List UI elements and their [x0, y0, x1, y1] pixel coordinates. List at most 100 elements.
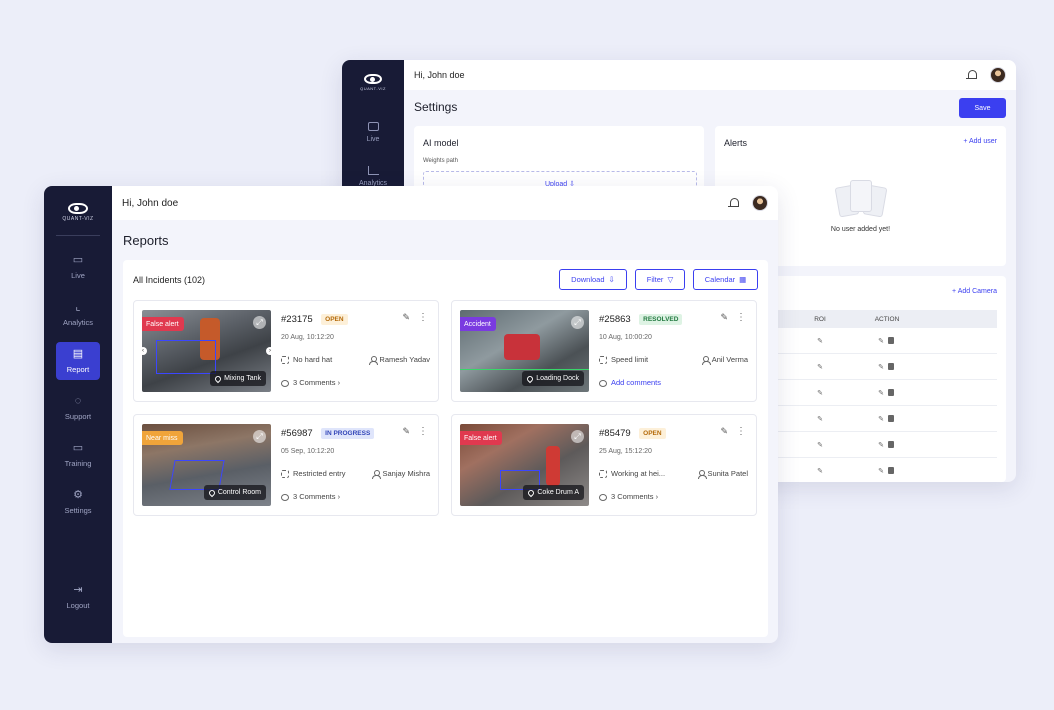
sidebar-item-support[interactable]: ◌ Support — [56, 389, 100, 427]
trash-icon[interactable] — [887, 467, 894, 475]
comments-link[interactable]: 3 Comments › — [281, 492, 340, 501]
incidents-count-title: All Incidents (102) — [133, 275, 206, 285]
more-options-icon[interactable]: ⋮ — [418, 426, 428, 437]
sidebar-item-analytics[interactable]: Analytics — [342, 166, 404, 187]
incident-card[interactable]: False alert ⤢ Coke Drum A #85479 OPEN ✎ ⋮… — [451, 414, 757, 516]
sidebar-item-analytics[interactable]: ⌞ Analytics — [56, 295, 100, 333]
edit-icon[interactable]: ✎ — [878, 338, 884, 345]
location-badge: Mixing Tank — [210, 371, 266, 386]
edit-icon[interactable]: ✎ — [720, 426, 728, 437]
location-badge: Control Room — [203, 485, 266, 500]
location-pin-icon — [525, 374, 535, 383]
scan-icon — [599, 470, 607, 479]
weights-path-label: Weights path — [423, 158, 458, 164]
reports-topbar: Hi, John doe — [112, 186, 778, 220]
incident-id: #85479 — [599, 428, 631, 440]
trash-icon[interactable] — [887, 337, 894, 345]
incident-card[interactable]: Accident ⤢ Loading Dock #25863 RESOLVED … — [451, 300, 757, 402]
add-comments-link[interactable]: Add comments — [599, 378, 661, 387]
chevron-right-icon[interactable]: › — [266, 347, 271, 355]
incident-type: Working at hei... — [611, 469, 666, 478]
calendar-button[interactable]: Calendar ▦ — [693, 269, 758, 290]
add-camera-button[interactable]: + Add Camera — [952, 288, 997, 295]
app-logo[interactable]: QUANT-VIZ — [44, 203, 112, 222]
support-icon: ◌ — [74, 395, 82, 407]
incident-thumbnail[interactable]: False alert ⤢ ‹ › Mixing Tank — [142, 310, 271, 392]
more-options-icon[interactable]: ⋮ — [736, 426, 746, 437]
filter-button[interactable]: Filter ▽ — [635, 269, 685, 290]
pencil-icon[interactable]: ✎ — [817, 390, 823, 397]
trash-icon[interactable] — [887, 389, 894, 397]
chart-icon: ⌞ — [75, 301, 81, 313]
filter-icon: ▽ — [667, 275, 674, 284]
trash-icon[interactable] — [887, 363, 894, 371]
incident-thumbnail[interactable]: Near miss ⤢ Control Room — [142, 424, 271, 506]
expand-icon[interactable]: ⤢ — [253, 316, 266, 329]
incident-id: #25863 — [599, 314, 631, 326]
incident-type: Restricted entry — [293, 469, 346, 478]
comments-label: 3 Comments — [611, 492, 654, 501]
sidebar-item-training[interactable]: ▭ Training — [56, 436, 100, 474]
video-icon — [367, 122, 379, 131]
filter-label: Filter — [646, 275, 664, 284]
expand-icon[interactable]: ⤢ — [571, 316, 584, 329]
incident-card[interactable]: Near miss ⤢ Control Room #56987 IN PROGR… — [133, 414, 439, 516]
edit-icon[interactable]: ✎ — [878, 468, 884, 475]
bell-icon[interactable] — [966, 69, 978, 81]
save-button[interactable]: Save — [959, 98, 1006, 118]
pencil-icon[interactable]: ✎ — [817, 364, 823, 371]
status-badge: IN PROGRESS — [321, 428, 375, 440]
assignee-name: Ramesh Yadav — [379, 355, 430, 364]
incident-card[interactable]: False alert ⤢ ‹ › Mixing Tank #23175 OPE… — [133, 300, 439, 402]
eye-logo-icon — [364, 74, 382, 84]
incident-tag-label: False alert — [464, 434, 497, 442]
edit-icon[interactable]: ✎ — [878, 442, 884, 449]
pencil-icon[interactable]: ✎ — [817, 442, 823, 449]
avatar[interactable] — [752, 195, 768, 211]
edit-icon[interactable]: ✎ — [878, 364, 884, 371]
comments-label: 3 Comments — [293, 378, 336, 387]
trash-icon[interactable] — [887, 415, 894, 423]
more-options-icon[interactable]: ⋮ — [418, 312, 428, 323]
pencil-icon[interactable]: ✎ — [817, 338, 823, 345]
download-icon: ⇩ — [608, 275, 615, 284]
add-user-button[interactable]: + Add user — [963, 138, 997, 145]
calendar-label: Calendar — [704, 275, 736, 284]
pencil-icon[interactable]: ✎ — [817, 468, 823, 475]
incident-type: Speed limit — [611, 355, 649, 364]
comments-link[interactable]: 3 Comments › — [281, 378, 340, 387]
incident-thumbnail[interactable]: Accident ⤢ Loading Dock — [460, 310, 589, 392]
ai-model-title: AI model — [423, 138, 459, 148]
incident-tag: False alert — [460, 431, 502, 445]
pencil-icon[interactable]: ✎ — [817, 416, 823, 423]
edit-icon[interactable]: ✎ — [402, 426, 410, 437]
app-logo[interactable]: QUANT-VIZ — [342, 74, 404, 91]
sidebar-item-settings[interactable]: ⚙ Settings — [56, 483, 100, 521]
edit-icon[interactable]: ✎ — [720, 312, 728, 323]
avatar[interactable] — [990, 67, 1006, 83]
sidebar-item-live[interactable]: ▭ Live — [56, 248, 100, 286]
scan-icon — [599, 356, 607, 365]
trash-icon[interactable] — [887, 441, 894, 449]
edit-icon[interactable]: ✎ — [878, 416, 884, 423]
edit-icon[interactable]: ✎ — [402, 312, 410, 323]
location-label: Coke Drum A — [537, 489, 579, 496]
edit-icon[interactable]: ✎ — [878, 390, 884, 397]
sidebar-item-report[interactable]: ▤ Report — [56, 342, 100, 380]
expand-icon[interactable]: ⤢ — [253, 430, 266, 443]
comments-label: Add comments — [611, 378, 662, 387]
gear-icon: ⚙ — [73, 489, 83, 501]
person-icon — [372, 470, 382, 480]
settings-topbar: Hi, John doe — [404, 60, 1016, 90]
logout-button[interactable]: ⇥ Logout — [56, 578, 100, 616]
more-options-icon[interactable]: ⋮ — [736, 312, 746, 323]
bell-icon[interactable] — [728, 197, 740, 209]
download-button[interactable]: Download ⇩ — [559, 269, 627, 290]
scan-icon — [281, 470, 289, 479]
comments-link[interactable]: 3 Comments › — [599, 492, 658, 501]
expand-icon[interactable]: ⤢ — [571, 430, 584, 443]
incident-tag: Accident — [460, 317, 496, 331]
logout-label: Logout — [66, 601, 90, 610]
incident-thumbnail[interactable]: False alert ⤢ Coke Drum A — [460, 424, 589, 506]
sidebar-item-live[interactable]: Live — [342, 122, 404, 143]
